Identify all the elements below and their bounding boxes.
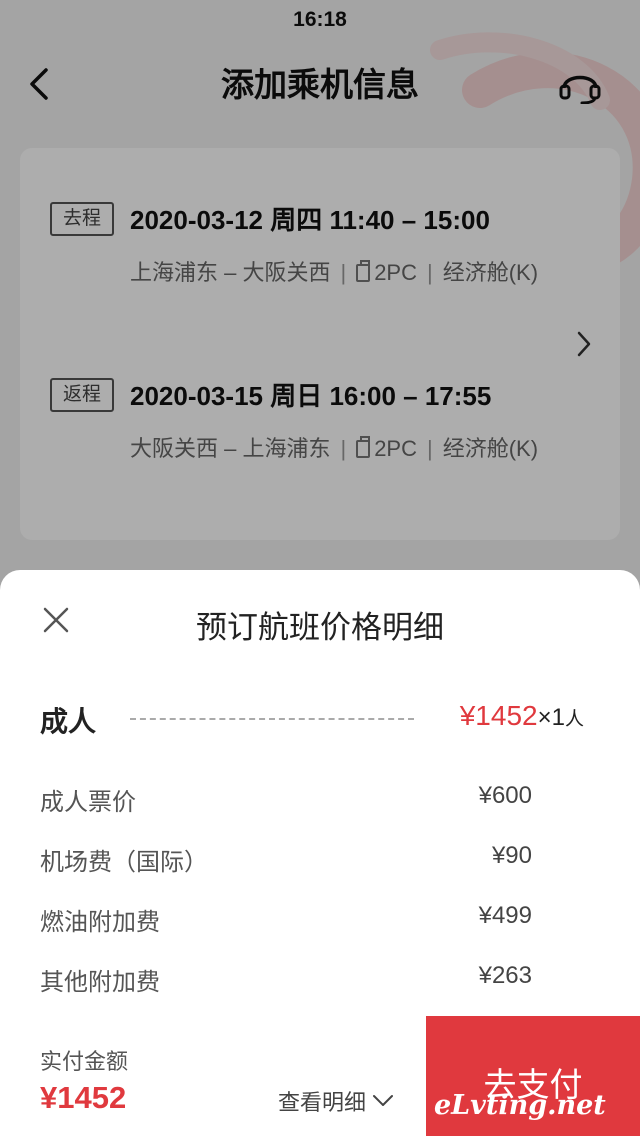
- adult-unit: 人: [564, 709, 584, 730]
- dashed-divider: [130, 718, 414, 720]
- view-details-link[interactable]: 查看明细: [278, 1085, 394, 1117]
- fee-value: ¥600: [478, 782, 532, 809]
- sheet-title: 预订航班价格明细: [196, 610, 444, 645]
- fee-row: 机场费（国际） ¥90: [40, 842, 532, 876]
- watermark: eLvting.net: [434, 1090, 606, 1121]
- adult-price: ¥1452×1人: [460, 700, 584, 732]
- fee-label: 其他附加费: [40, 969, 160, 996]
- fee-row: 燃油附加费 ¥499: [40, 902, 532, 936]
- fee-label: 机场费（国际）: [40, 849, 208, 876]
- fee-value: ¥90: [491, 842, 532, 869]
- pay-amount-label: 实付金额: [40, 1049, 129, 1074]
- adult-price-row: 成人 ¥1452×1人: [40, 700, 600, 740]
- fee-value: ¥263: [478, 962, 532, 989]
- chevron-down-icon: [373, 1095, 394, 1106]
- pay-total: ¥1452: [40, 1080, 127, 1115]
- screen: 16:18 添加乘机信息 去程 2020-03-12 周四 11:40 – 15…: [0, 0, 640, 1136]
- adult-label: 成人: [40, 706, 97, 737]
- fee-row: 其他附加费 ¥263: [40, 962, 532, 996]
- adult-multiplier: ×1: [537, 704, 565, 731]
- fee-value: ¥499: [478, 902, 532, 929]
- price-detail-sheet: 预订航班价格明细 成人 ¥1452×1人 成人票价 ¥600 机场费（国际） ¥…: [0, 570, 640, 1136]
- view-details-label: 查看明细: [278, 1090, 367, 1115]
- adult-price-amount: ¥1452: [459, 700, 538, 731]
- fee-label: 燃油附加费: [40, 909, 160, 936]
- fee-label: 成人票价: [40, 789, 136, 816]
- fee-row: 成人票价 ¥600: [40, 782, 532, 816]
